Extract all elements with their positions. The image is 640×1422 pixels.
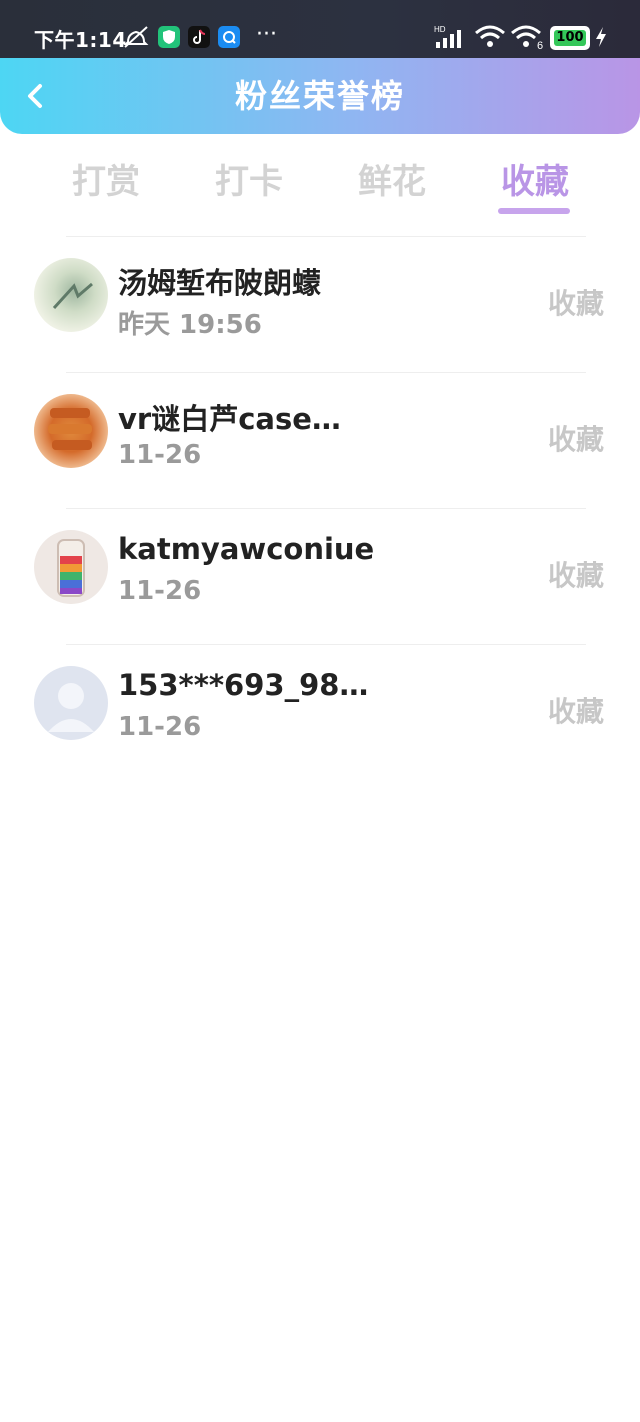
list-item[interactable]: 153***693_98… 11-26 收藏 — [0, 644, 640, 780]
timestamp: 昨天 19:56 — [118, 310, 262, 340]
svg-text:HD: HD — [434, 25, 446, 34]
tab-checkin[interactable]: 打卡 — [189, 154, 309, 203]
timestamp: 11-26 — [118, 440, 202, 470]
charging-icon — [596, 27, 606, 47]
list-item[interactable]: 汤姆堑布陂朗蠓 昨天 19:56 收藏 — [0, 236, 640, 372]
favorite-label: 收藏 — [547, 423, 604, 456]
status-bar: 下午1:14 ··· HD 6 100 — [0, 0, 640, 58]
page-title: 粉丝荣誉榜 — [234, 77, 405, 115]
signal-icon: HD — [434, 25, 461, 48]
default-avatar — [34, 666, 108, 740]
battery-icon: 100 — [550, 26, 590, 50]
back-button[interactable] — [18, 74, 62, 118]
tab-bar: 打赏 打卡 鲜花 收藏 — [0, 138, 640, 218]
mute-notification-icon — [123, 26, 149, 48]
tab-active-indicator — [498, 208, 570, 214]
header: 粉丝荣誉榜 — [0, 58, 640, 134]
avatar — [34, 258, 108, 332]
timestamp: 11-26 — [118, 576, 202, 606]
tab-favorites[interactable]: 收藏 — [475, 154, 595, 203]
favorite-label: 收藏 — [547, 287, 604, 320]
avatar — [34, 394, 108, 468]
browser-icon — [218, 26, 240, 48]
favorite-label: 收藏 — [547, 559, 604, 592]
favorite-label: 收藏 — [547, 695, 604, 728]
tiktok-icon — [188, 26, 210, 48]
app-shield-icon — [158, 26, 180, 48]
user-name: 汤姆堑布陂朗蠓 — [118, 266, 322, 300]
tab-reward[interactable]: 打赏 — [46, 154, 166, 203]
wifi-icon — [475, 25, 505, 47]
list-item[interactable]: katmyawconiue 11-26 收藏 — [0, 508, 640, 644]
wifi6-icon: 6 — [511, 25, 543, 50]
more-status-icon: ··· — [256, 22, 277, 47]
user-name: vr谜白芦case… — [118, 402, 341, 436]
default-user-icon — [48, 683, 94, 732]
chevron-left-icon — [28, 84, 42, 108]
battery-level: 100 — [556, 30, 584, 45]
tab-flowers[interactable]: 鲜花 — [332, 154, 452, 203]
avatar — [34, 530, 108, 604]
list-item[interactable]: vr谜白芦case… 11-26 收藏 — [0, 372, 640, 508]
status-time: 下午1:14 — [34, 28, 127, 52]
user-name: katmyawconiue — [118, 532, 375, 566]
user-name: 153***693_98… — [118, 668, 369, 702]
timestamp: 11-26 — [118, 712, 202, 742]
svg-text:6: 6 — [537, 40, 543, 50]
